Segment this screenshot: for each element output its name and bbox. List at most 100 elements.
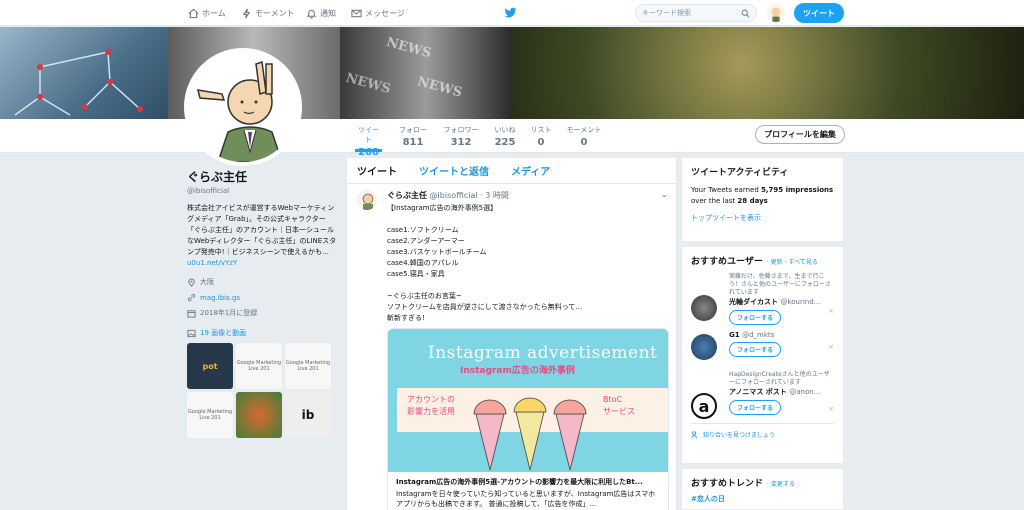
stat-followers[interactable]: フォロワー 312	[443, 125, 479, 148]
chevron-down-icon[interactable]: ⌄	[660, 190, 668, 200]
suggested-user[interactable]: HapDesignCreateさんと他のユーザーにフォローされています a アノ…	[691, 371, 834, 419]
follow-button[interactable]: フォローする	[729, 342, 781, 357]
tweet-item[interactable]: ぐらぶ主任 @ibisofficial · 3 時間 ⌄ 【Instagram広…	[347, 184, 676, 510]
link-card[interactable]: Instagram advertisement Instagram広告の海外事例…	[387, 328, 669, 510]
timeline-tabs: ツイート ツイートと返信 メディア	[347, 158, 676, 184]
photo-thumb[interactable]	[236, 392, 282, 438]
website-link[interactable]: mag.ibis.gs	[200, 294, 240, 302]
lightning-icon	[242, 8, 251, 18]
photo-thumb[interactable]: Google Marketing Live 201	[285, 343, 331, 389]
tweet-activity-module: ツイートアクティビティ Your Tweets earned 5,795 imp…	[682, 158, 843, 241]
stat-value: 0	[580, 137, 588, 148]
top-tweets-link[interactable]: トップツイートを表示	[691, 213, 834, 223]
location-pin-icon	[188, 278, 195, 287]
stat-value: 0	[537, 137, 545, 148]
nav-messages-label: メッセージ	[365, 8, 405, 18]
link-icon	[187, 293, 196, 302]
find-friends-label: 知り合いを見つけましょう	[703, 432, 776, 439]
profile-sidebar: ぐらぶ主任 @ibisofficial 株式会社アイビスが運営するWebマーケテ…	[187, 168, 337, 438]
nav-moments-label: モーメント	[255, 8, 295, 18]
suggested-user[interactable]: G1 @d_mkts フォローする ×	[691, 331, 834, 365]
nav-moments[interactable]: モーメント	[241, 0, 295, 26]
envelope-icon	[351, 9, 362, 17]
profile-website: mag.ibis.gs	[187, 293, 337, 302]
bell-icon	[306, 9, 317, 19]
tweet-avatar[interactable]	[357, 190, 377, 210]
joined-text: 2018年1月に登録	[200, 309, 258, 317]
stat-following[interactable]: フォロー 811	[397, 125, 429, 148]
profile-banner: NEWS NEWS NEWS	[0, 27, 1024, 119]
follow-button[interactable]: フォローする	[729, 400, 781, 415]
nav-home[interactable]: ホーム	[188, 0, 226, 26]
stat-likes[interactable]: いいね 225	[493, 125, 517, 148]
trend-item[interactable]: #恋人の日	[691, 494, 834, 504]
banner-newspaper-image: NEWS NEWS NEWS	[340, 27, 512, 119]
close-icon[interactable]: ×	[828, 405, 834, 413]
suggested-user-avatar[interactable]	[691, 334, 717, 360]
close-icon[interactable]: ×	[828, 343, 834, 351]
suggested-user-name[interactable]: アノニマス ポスト @anon...	[729, 387, 834, 397]
calendar-icon	[187, 309, 196, 318]
follow-button[interactable]: フォローする	[729, 310, 781, 325]
stat-label: フォロー	[399, 126, 427, 134]
card-description: Instagramを日々使っていたら知っていると思いますが、Instagram広…	[396, 490, 656, 508]
tab-tweets[interactable]: ツイート	[357, 163, 397, 178]
nav-home-label: ホーム	[202, 8, 226, 18]
stat-value: 312	[450, 137, 472, 148]
stat-tweets[interactable]: ツイート 268	[355, 125, 382, 158]
home-icon	[188, 8, 199, 18]
search-input[interactable]: キーワード検索	[635, 4, 757, 22]
profile-avatar[interactable]	[184, 48, 302, 166]
photo-label: Google Marketing Live 201	[236, 360, 282, 372]
profile-handle[interactable]: @ibisofficial	[187, 187, 337, 195]
tweet-text: 【Instagram広告の海外事例5選】 case1.ソフトクリーム case2…	[387, 204, 583, 322]
image-icon	[187, 329, 196, 337]
tweet-button[interactable]: ツイート	[794, 3, 844, 23]
stat-label: モーメント	[566, 126, 602, 134]
photo-grid: pot Google Marketing Live 201 Google Mar…	[187, 343, 337, 438]
tweet-author-handle[interactable]: @ibisofficial	[430, 191, 478, 200]
tweet-author-name[interactable]: ぐらぶ主任	[387, 191, 427, 200]
tweet-time[interactable]: · 3 時間	[480, 191, 509, 200]
find-friends-link[interactable]: 知り合いを見つけましょう	[691, 423, 834, 439]
profile-bio: 株式会社アイビスが運営するWebマーケティングメディア「Grab」。その公式キャ…	[187, 203, 337, 269]
suggested-user[interactable]: 実藤だけ、佐藤さまで、生まで行こう！さんと他のユーザーにフォローされています 光…	[691, 273, 834, 325]
svg-text:NEWS: NEWS	[344, 71, 392, 97]
tab-media[interactable]: メディア	[511, 163, 550, 178]
card-body: Instagram広告の海外事例5選-アカウントの影響力を最大限に利用したBt.…	[388, 472, 668, 510]
suggested-user-avatar[interactable]	[691, 295, 717, 321]
card-box-right: BtoC サービス	[603, 395, 635, 416]
search-icon[interactable]	[741, 9, 750, 18]
refresh-link[interactable]: · 更新 · すべて見る	[767, 259, 818, 266]
people-icon	[691, 430, 697, 438]
ice-cream-icon	[473, 397, 587, 471]
tab-tweets-replies[interactable]: ツイートと返信	[419, 163, 489, 178]
edit-profile-button[interactable]: プロフィールを編集	[755, 125, 845, 144]
photos-label: 19 画像と動画	[200, 329, 247, 337]
tweet-header: ぐらぶ主任 @ibisofficial · 3 時間	[387, 190, 666, 201]
stat-lists[interactable]: リスト 0	[530, 125, 552, 148]
photos-and-videos-link[interactable]: 19 画像と動画	[187, 328, 337, 338]
bio-link[interactable]: u0u1.net/vYzY	[187, 259, 237, 267]
photo-label: ib	[301, 408, 315, 422]
profile-name[interactable]: ぐらぶ主任	[187, 168, 337, 185]
nav-notifications[interactable]: 通知	[306, 0, 336, 26]
close-icon[interactable]: ×	[828, 307, 834, 315]
stat-value: 225	[494, 137, 516, 148]
photo-label: Google Marketing Live 201	[187, 409, 233, 421]
suggestion-context: HapDesignCreateさんと他のユーザーにフォローされています	[729, 371, 830, 386]
suggested-user-avatar[interactable]: a	[691, 393, 717, 419]
account-avatar[interactable]	[767, 4, 785, 22]
stat-moments[interactable]: モーメント 0	[566, 125, 602, 148]
suggested-user-name[interactable]: 光輪ダイカスト @kourind...	[729, 297, 834, 307]
suggested-user-name[interactable]: G1 @d_mkts	[729, 331, 834, 339]
svg-text:NEWS: NEWS	[416, 74, 464, 100]
photo-thumb[interactable]: ib	[285, 392, 331, 438]
photo-thumb[interactable]: pot	[187, 343, 233, 389]
nav-messages[interactable]: メッセージ	[351, 0, 405, 26]
card-image: Instagram advertisement Instagram広告の海外事例…	[388, 329, 668, 472]
change-trends-link[interactable]: · 変更する	[767, 481, 795, 488]
photo-thumb[interactable]: Google Marketing Live 201	[236, 343, 282, 389]
twitter-bird-icon[interactable]	[504, 7, 517, 19]
photo-thumb[interactable]: Google Marketing Live 201	[187, 392, 233, 438]
